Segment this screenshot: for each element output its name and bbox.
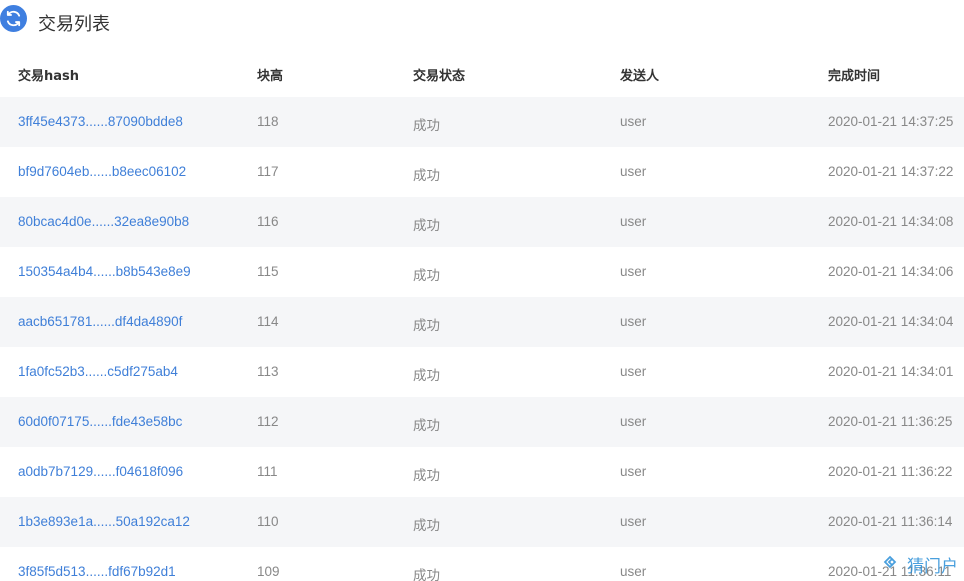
page-header: 交易列表 <box>0 0 964 44</box>
transaction-hash-link[interactable]: 150354a4b4......b8b543e8e9 <box>18 264 191 279</box>
table-row: aacb651781......df4da4890f 114 成功 user 2… <box>0 297 964 347</box>
table-row: 3ff45e4373......87090bdde8 118 成功 user 2… <box>0 97 964 147</box>
table-row: 1b3e893e1a......50a192ca12 110 成功 user 2… <box>0 497 964 547</box>
watermark-text: 猜门户 <box>907 557 958 577</box>
block-height: 111 <box>257 464 278 479</box>
transaction-hash-link[interactable]: 1fa0fc52b3......c5df275ab4 <box>18 364 178 379</box>
transaction-status: 成功 <box>413 318 440 333</box>
completion-time: 2020-01-21 11:36:22 <box>828 464 953 479</box>
completion-time: 2020-01-21 11:36:25 <box>828 414 953 429</box>
transaction-table: 交易hash 块高 交易状态 发送人 完成时间 3ff45e4373......… <box>0 47 964 581</box>
block-height: 109 <box>257 564 280 579</box>
refresh-icon[interactable] <box>0 5 27 32</box>
table-row: 80bcac4d0e......32ea8e90b8 116 成功 user 2… <box>0 197 964 247</box>
transaction-hash-link[interactable]: a0db7b7129......f04618f096 <box>18 464 183 479</box>
table-row: 150354a4b4......b8b543e8e9 115 成功 user 2… <box>0 247 964 297</box>
block-height: 115 <box>257 264 279 279</box>
table-row: a0db7b7129......f04618f096 111 成功 user 2… <box>0 447 964 497</box>
block-height: 112 <box>257 414 279 429</box>
sender: user <box>620 314 647 329</box>
transaction-status: 成功 <box>413 368 440 383</box>
completion-time: 2020-01-21 14:34:06 <box>828 264 954 279</box>
transaction-hash-link[interactable]: 3f85f5d513......fdf67b92d1 <box>18 564 176 579</box>
watermark: 猜门户 <box>881 552 958 577</box>
transaction-status: 成功 <box>413 118 440 133</box>
completion-time: 2020-01-21 14:37:25 <box>828 114 954 129</box>
sender: user <box>620 214 647 229</box>
completion-time: 2020-01-21 14:34:01 <box>828 364 954 379</box>
table-header: 交易hash 块高 交易状态 发送人 完成时间 <box>0 47 964 97</box>
column-header-time: 完成时间 <box>828 69 881 84</box>
completion-time: 2020-01-21 14:37:22 <box>828 164 954 179</box>
diamond-logo-icon <box>881 553 903 576</box>
table-row: 60d0f07175......fde43e58bc 112 成功 user 2… <box>0 397 964 447</box>
completion-time: 2020-01-21 14:34:04 <box>828 314 954 329</box>
column-header-height: 块高 <box>257 69 284 84</box>
table-row: bf9d7604eb......b8eec06102 117 成功 user 2… <box>0 147 964 197</box>
column-header-sender: 发送人 <box>620 69 660 84</box>
transaction-hash-link[interactable]: 80bcac4d0e......32ea8e90b8 <box>18 214 189 229</box>
transaction-status: 成功 <box>413 418 440 433</box>
transaction-hash-link[interactable]: 3ff45e4373......87090bdde8 <box>18 114 183 129</box>
sender: user <box>620 414 647 429</box>
completion-time: 2020-01-21 11:36:14 <box>828 514 953 529</box>
transaction-hash-link[interactable]: aacb651781......df4da4890f <box>18 314 182 329</box>
sender: user <box>620 464 647 479</box>
column-header-hash: 交易hash <box>18 69 80 84</box>
transaction-hash-link[interactable]: 60d0f07175......fde43e58bc <box>18 414 182 429</box>
column-header-status: 交易状态 <box>413 69 466 84</box>
sender: user <box>620 564 647 579</box>
transaction-status: 成功 <box>413 468 440 483</box>
page-title: 交易列表 <box>38 14 110 35</box>
sender: user <box>620 114 647 129</box>
block-height: 116 <box>257 214 279 229</box>
transaction-status: 成功 <box>413 518 440 533</box>
table-row: 1fa0fc52b3......c5df275ab4 113 成功 user 2… <box>0 347 964 397</box>
sender: user <box>620 264 647 279</box>
transaction-status: 成功 <box>413 168 440 183</box>
sender: user <box>620 164 647 179</box>
transaction-status: 成功 <box>413 568 440 581</box>
block-height: 110 <box>257 514 279 529</box>
table-row: 3f85f5d513......fdf67b92d1 109 成功 user 2… <box>0 547 964 581</box>
transaction-status: 成功 <box>413 268 440 283</box>
sender: user <box>620 364 647 379</box>
block-height: 117 <box>257 164 279 179</box>
transaction-status: 成功 <box>413 218 440 233</box>
completion-time: 2020-01-21 14:34:08 <box>828 214 954 229</box>
block-height: 114 <box>257 314 279 329</box>
block-height: 113 <box>257 364 279 379</box>
transaction-hash-link[interactable]: 1b3e893e1a......50a192ca12 <box>18 514 190 529</box>
block-height: 118 <box>257 114 279 129</box>
sender: user <box>620 514 647 529</box>
transaction-hash-link[interactable]: bf9d7604eb......b8eec06102 <box>18 164 186 179</box>
